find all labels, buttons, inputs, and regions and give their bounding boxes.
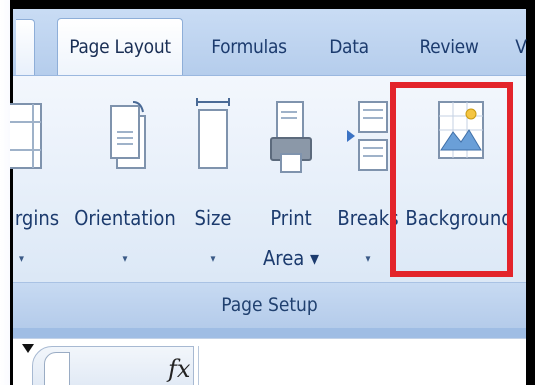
margins-icon — [10, 103, 42, 169]
tab-home-partial[interactable] — [16, 19, 35, 76]
orientation-dropdown-arrow: ▾ — [122, 252, 128, 265]
orientation-label: Orientation — [74, 206, 176, 230]
tab-view-partial[interactable]: V — [511, 19, 529, 75]
insert-function-button[interactable]: fx — [168, 355, 190, 383]
margins-label: rgins — [14, 206, 60, 230]
margins-button[interactable]: rgins ▾ — [10, 86, 67, 278]
margins-dropdown-arrow: ▾ — [19, 252, 24, 265]
tab-data[interactable]: Data — [319, 19, 379, 75]
print-area-button[interactable]: Print Area ▾ — [253, 86, 329, 278]
size-dropdown-arrow: ▾ — [210, 252, 216, 265]
ribbon-bottom-edge — [13, 328, 526, 338]
ribbon-tab-bar: Page Layout Formulas Data Review V — [13, 9, 529, 77]
excel-window: Page Layout Formulas Data Review V rgins… — [10, 6, 529, 385]
name-box-inner — [44, 352, 70, 385]
breaks-icon — [347, 101, 388, 171]
size-icon — [196, 98, 230, 169]
tab-page-layout[interactable]: Page Layout — [57, 18, 183, 77]
page-setup-group-label: Page Setup — [221, 294, 318, 316]
name-box-dropdown-icon[interactable] — [22, 344, 34, 353]
formula-separator — [198, 346, 199, 385]
size-button[interactable]: Size ▾ — [185, 86, 241, 278]
print-area-label-line2: Area ▾ — [262, 246, 320, 270]
tab-formulas[interactable]: Formulas — [199, 19, 299, 75]
tab-review[interactable]: Review — [409, 19, 489, 75]
orientation-button[interactable]: Orientation ▾ — [73, 86, 177, 278]
orientation-icon — [110, 101, 146, 169]
printer-icon — [270, 101, 312, 173]
print-area-label-line1: Print — [270, 206, 312, 230]
background-highlight-box — [390, 82, 513, 277]
frame-shadow-right — [529, 6, 535, 385]
size-label: Size — [194, 206, 232, 230]
